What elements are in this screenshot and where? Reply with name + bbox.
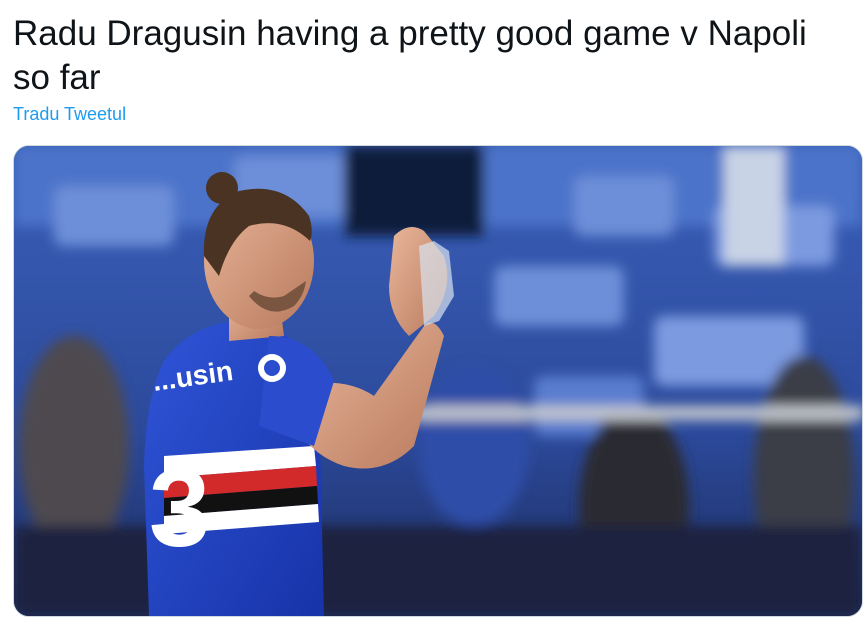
tweet-text: Radu Dragusin having a pretty good game … [13, 14, 807, 97]
photo-canvas: 3 ...usin [14, 146, 862, 616]
jersey-number: 3 [149, 447, 210, 570]
tweet-photo[interactable]: 3 ...usin [13, 145, 863, 617]
translate-tweet-link[interactable]: Tradu Tweetul [13, 104, 126, 125]
